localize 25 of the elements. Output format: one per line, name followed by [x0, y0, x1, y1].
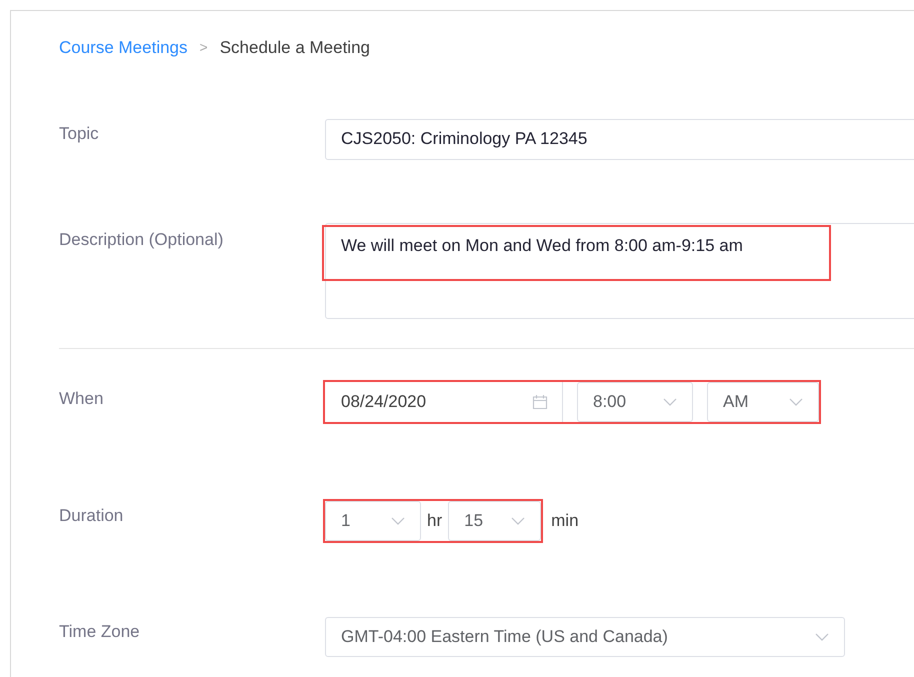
breadcrumb-link[interactable]: Course Meetings — [59, 35, 188, 60]
date-field[interactable]: 08/24/2020 — [325, 382, 563, 422]
field-label: Topic — [59, 124, 99, 142]
field-label: Duration — [59, 506, 124, 524]
minutes-unit: min — [551, 510, 579, 532]
time-zone-select[interactable]: GMT-04:00 Eastern Time (US and Canada) — [325, 616, 845, 656]
hours-select[interactable]: 1 — [325, 500, 421, 540]
ampm-select[interactable]: AM — [707, 382, 819, 422]
hours-unit: hr — [426, 510, 444, 532]
chevron-down-icon — [511, 516, 526, 524]
calendar-icon — [532, 394, 548, 410]
chevron-down-icon — [815, 632, 829, 640]
field-label: When — [59, 388, 104, 408]
topic-field[interactable]: CJS2050: Criminology PA 12345 — [325, 118, 914, 160]
description-field[interactable]: We will meet on Mon and Wed from 8:00 am-9:15 am — [325, 222, 914, 318]
chevron-down-icon — [391, 516, 405, 524]
chevron-down-icon — [663, 398, 677, 406]
breadcrumb-current: Schedule a Meeting — [220, 37, 370, 59]
breadcrumb-separator: > — [200, 38, 208, 58]
field-label: Description (Optional) — [59, 230, 224, 248]
chevron-down-icon — [789, 398, 803, 406]
time-select[interactable]: 8:00 — [577, 382, 693, 422]
field-label: Time Zone — [59, 622, 140, 640]
description-text: We will meet on Mon and Wed from 8:00 am-9:15 am — [322, 224, 831, 280]
minutes-select[interactable]: 15 — [448, 500, 542, 540]
